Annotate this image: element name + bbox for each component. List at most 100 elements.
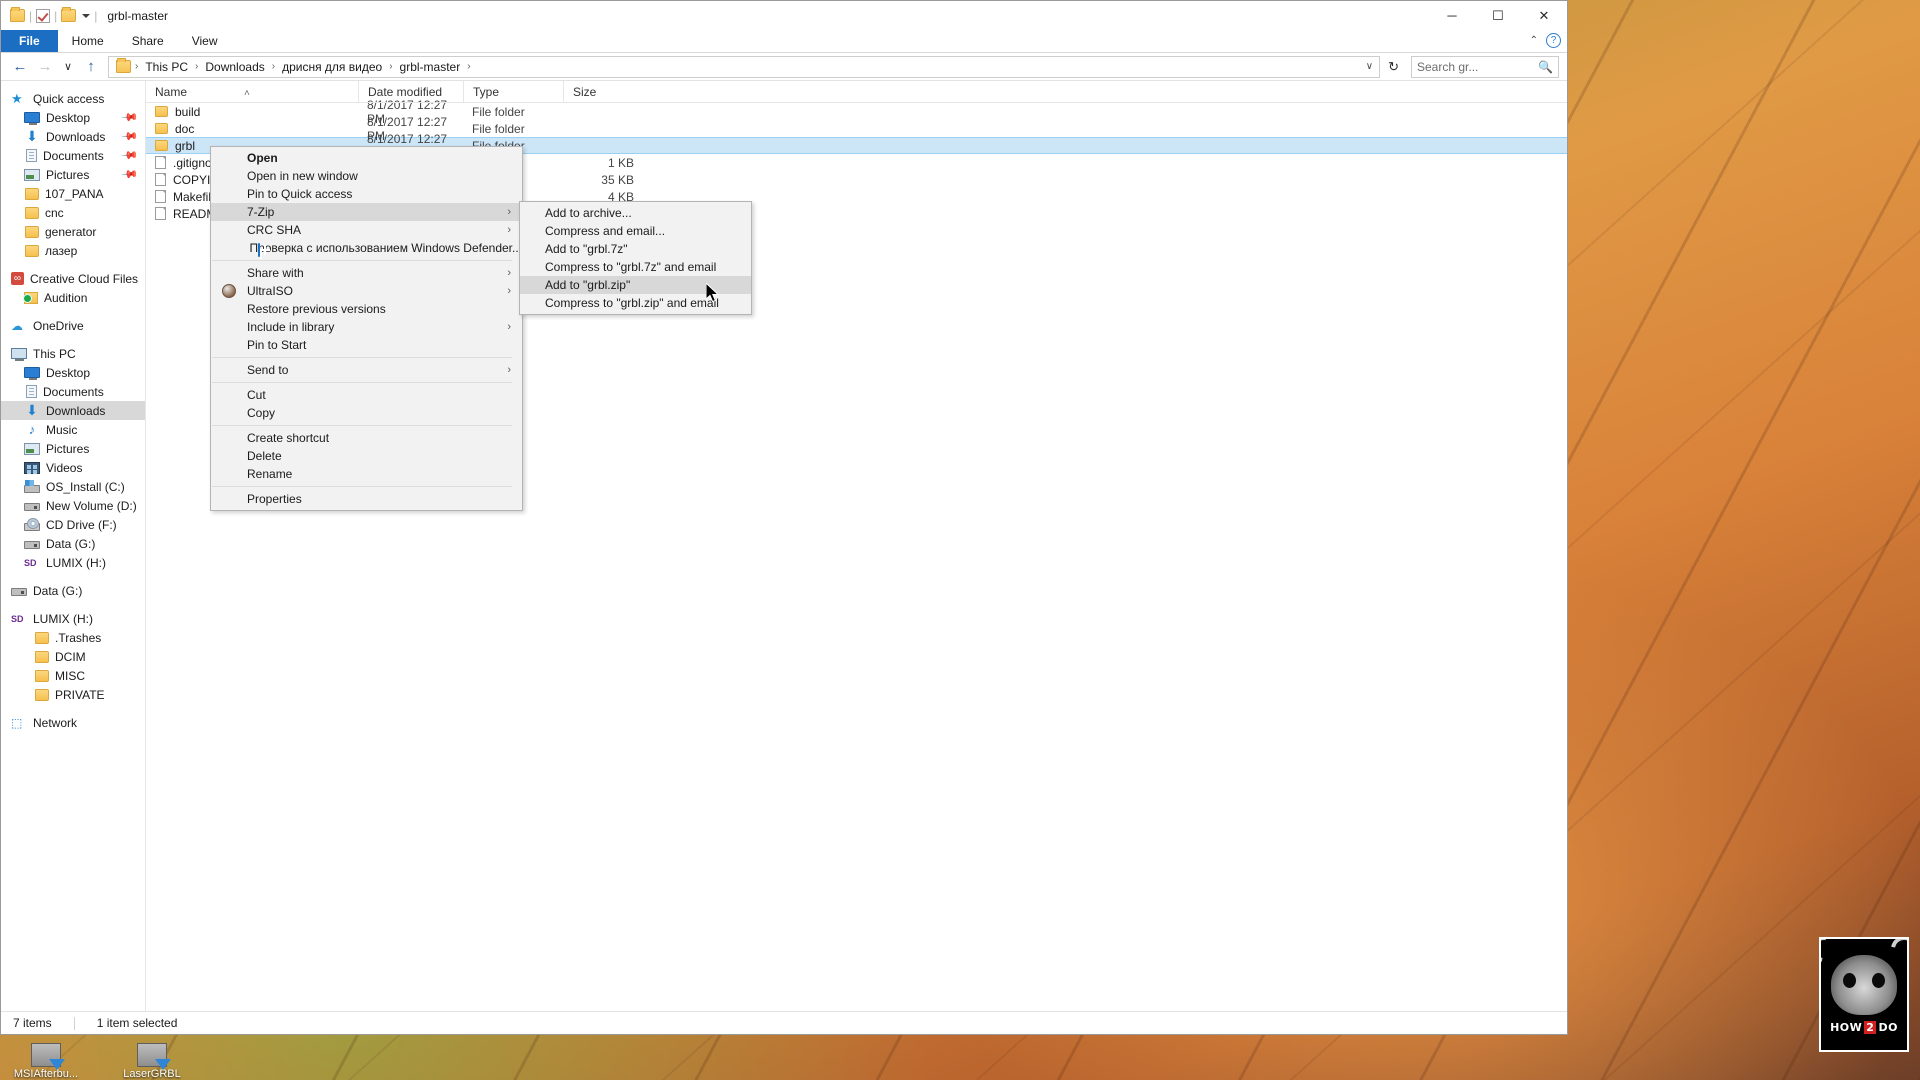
menu-item-pin-to-start[interactable]: Pin to Start (211, 336, 522, 354)
collapse-ribbon-icon[interactable]: ⌃ (1530, 35, 1538, 46)
tab-view[interactable]: View (178, 30, 232, 52)
sidebar-item-os-install-c[interactable]: OS_Install (C:) (1, 477, 145, 496)
menu-item-7-zip[interactable]: 7-Zip › (211, 203, 522, 221)
sidebar-item-this-pc[interactable]: This PC (1, 344, 145, 363)
menu-item-crc-sha[interactable]: CRC SHA › (211, 221, 522, 239)
sidebar-item-desktop[interactable]: Desktop (1, 363, 145, 382)
forward-button[interactable]: → (34, 56, 56, 78)
sidebar-item-label: DCIM (55, 649, 86, 664)
sidebar-item-dcim[interactable]: DCIM (1, 647, 145, 666)
sidebar-item-generator[interactable]: generator (1, 222, 145, 241)
search-input[interactable]: Search gr... 🔍 (1411, 55, 1559, 78)
chevron-down-icon[interactable]: ∨ (1366, 61, 1373, 72)
minimize-button[interactable]: ─ (1429, 1, 1475, 30)
submenu-item-add-to-grbl-7z[interactable]: Add to "grbl.7z" (520, 240, 751, 258)
menu-item-create-shortcut[interactable]: Create shortcut (211, 429, 522, 447)
ultraiso-icon (222, 284, 236, 298)
sidebar-item-cd-drive-f[interactable]: CD Drive (F:) (1, 515, 145, 534)
tab-file[interactable]: File (1, 30, 58, 52)
drive-icon (24, 503, 40, 511)
menu-item-share-with[interactable]: Share with › (211, 264, 522, 282)
sidebar-item-label: лазер (45, 243, 78, 258)
back-button[interactable]: ← (9, 56, 31, 78)
menu-item-pin-to-quick-access[interactable]: Pin to Quick access (211, 185, 522, 203)
customize-chevron-icon[interactable] (82, 13, 91, 18)
menu-item-include-in-library[interactable]: Include in library › (211, 318, 522, 336)
navigation-pane[interactable]: ★ Quick access Desktop 📌 ⬇ Downloads 📌 Document… (1, 81, 146, 1011)
breadcrumb[interactable]: › This PC › Downloads › дрисня для видео… (108, 55, 1381, 78)
sidebar-item-lumix-h[interactable]: SD LUMIX (H:) (1, 553, 145, 572)
seven-zip-submenu[interactable]: Add to archive... Compress and email... Ad… (519, 201, 752, 315)
sidebar-item-videos[interactable]: Videos (1, 458, 145, 477)
sidebar-item-new-volume-d[interactable]: New Volume (D:) (1, 496, 145, 515)
sidebar-item-documents[interactable]: Documents 📌 (1, 146, 145, 165)
pin-icon[interactable]: 📌 (121, 165, 140, 184)
pin-icon[interactable]: 📌 (121, 127, 140, 146)
pin-icon[interactable]: 📌 (121, 108, 140, 127)
close-button[interactable]: ✕ (1521, 1, 1567, 30)
menu-item-restore-previous-versions[interactable]: Restore previous versions (211, 300, 522, 318)
tab-share[interactable]: Share (118, 30, 178, 52)
tab-home[interactable]: Home (58, 30, 118, 52)
context-menu[interactable]: Open Open in new window Pin to Quick acces… (210, 146, 523, 511)
breadcrumb-grbl-master[interactable]: grbl-master (395, 57, 466, 77)
menu-item-open[interactable]: Open (211, 149, 522, 167)
submenu-item-add-to-grbl-zip[interactable]: Add to "grbl.zip" (520, 276, 751, 294)
column-header-name[interactable]: Name ˄ (146, 81, 358, 103)
menu-item-cut[interactable]: Cut (211, 386, 522, 404)
column-header-date-modified[interactable]: Date modified (358, 80, 463, 103)
pin-icon[interactable]: 📌 (121, 146, 140, 165)
sidebar-item-pictures[interactable]: Pictures (1, 439, 145, 458)
breadcrumb-folder-ru[interactable]: дрисня для видео (277, 57, 387, 77)
recent-locations-button[interactable]: ∨ (59, 56, 77, 78)
column-header-type[interactable]: Type (463, 80, 563, 103)
sidebar-item-music[interactable]: ♪ Music (1, 420, 145, 439)
search-icon[interactable]: 🔍 (1538, 60, 1553, 74)
sidebar-item-107-pana[interactable]: 107_PANA (1, 184, 145, 203)
submenu-item-compress-and-email[interactable]: Compress and email... (520, 222, 751, 240)
sidebar-item-label: LUMIX (H:) (33, 611, 93, 626)
help-icon[interactable]: ? (1546, 33, 1561, 48)
menu-item-delete[interactable]: Delete (211, 447, 522, 465)
desktop-icon-lasergrbl[interactable]: LaserGRBL (114, 1043, 190, 1080)
breadcrumb-downloads[interactable]: Downloads (200, 57, 269, 77)
sidebar-item-audition[interactable]: Audition (1, 288, 145, 307)
sidebar-item-network[interactable]: ⬚ Network (1, 713, 145, 732)
sidebar-item-onedrive[interactable]: ☁ OneDrive (1, 316, 145, 335)
sidebar-item-downloads[interactable]: ⬇ Downloads (1, 401, 145, 420)
sidebar-item-data-g[interactable]: Data (G:) (1, 581, 145, 600)
sidebar-item-creative-cloud-files[interactable]: Creative Cloud Files (1, 269, 145, 288)
sidebar-item-downloads[interactable]: ⬇ Downloads 📌 (1, 127, 145, 146)
desktop-icon-msi-afterburner[interactable]: MSIAfterbu... (8, 1043, 84, 1080)
maximize-button[interactable]: ☐ (1475, 1, 1521, 30)
submenu-item-compress-to-grbl-zip-and-email[interactable]: Compress to "grbl.zip" and email (520, 294, 751, 312)
breadcrumb-this-pc[interactable]: This PC (140, 57, 193, 77)
breadcrumb-separator: › (195, 61, 199, 72)
menu-item-rename[interactable]: Rename (211, 465, 522, 483)
sidebar-item-quick-access[interactable]: ★ Quick access (1, 89, 145, 108)
menu-item-ultraiso[interactable]: UltraISO › (211, 282, 522, 300)
watermark-text: HOW 2 DO (1830, 1021, 1898, 1034)
new-folder-icon[interactable] (61, 7, 77, 22)
sidebar-item-lumix-h[interactable]: SD LUMIX (H:) (1, 609, 145, 628)
sidebar-item-data-g[interactable]: Data (G:) (1, 534, 145, 553)
properties-icon[interactable] (36, 8, 51, 23)
sidebar-item-documents[interactable]: Documents (1, 382, 145, 401)
menu-item-copy[interactable]: Copy (211, 404, 522, 422)
sidebar-item-trashes[interactable]: .Trashes (1, 628, 145, 647)
submenu-item-compress-to-grbl-7z-and-email[interactable]: Compress to "grbl.7z" and email (520, 258, 751, 276)
menu-item-properties[interactable]: Properties (211, 490, 522, 508)
sidebar-item-cnc[interactable]: cnc (1, 203, 145, 222)
menu-item-проверка-с-использованием-windows-defend[interactable]: Проверка с использованием Windows Defend… (211, 239, 522, 257)
sidebar-item-private[interactable]: PRIVATE (1, 685, 145, 704)
sidebar-item-pictures[interactable]: Pictures 📌 (1, 165, 145, 184)
column-header-size[interactable]: Size (563, 80, 643, 103)
menu-item-open-in-new-window[interactable]: Open in new window (211, 167, 522, 185)
menu-item-send-to[interactable]: Send to › (211, 361, 522, 379)
sidebar-item-desktop[interactable]: Desktop 📌 (1, 108, 145, 127)
refresh-button[interactable]: ↻ (1383, 59, 1404, 75)
sidebar-item-misc[interactable]: MISC (1, 666, 145, 685)
submenu-item-add-to-archive[interactable]: Add to archive... (520, 204, 751, 222)
sidebar-item-лазер[interactable]: лазер (1, 241, 145, 260)
up-button[interactable]: ↑ (80, 56, 102, 78)
